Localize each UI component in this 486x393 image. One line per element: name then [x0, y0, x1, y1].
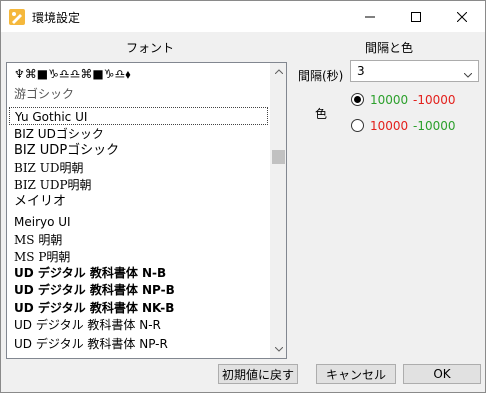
minimize-icon [365, 16, 375, 17]
pencil-palette-icon [9, 9, 25, 25]
font-list-item-selected[interactable]: Yu Gothic UI [9, 107, 268, 125]
font-list-item[interactable]: ♆⌘■♑♎♎⌘■♑♎⬧ [9, 65, 268, 83]
chevron-down-icon [463, 67, 473, 81]
font-list-item[interactable]: Meiryo UI [9, 213, 268, 231]
font-list-item[interactable]: MS 明朝 [9, 231, 268, 249]
option1-positive-value: 10000 [370, 93, 409, 107]
font-list-scrollbar[interactable] [270, 63, 286, 358]
ok-button[interactable]: OK [403, 364, 481, 384]
scroll-thumb[interactable] [272, 150, 285, 164]
font-list-item[interactable]: UD デジタル 教科書体 NP-B [9, 281, 268, 299]
font-list-item[interactable]: UD デジタル 教科書体 NK-B [9, 299, 268, 317]
maximize-icon [411, 11, 421, 22]
font-list-item[interactable]: 游ゴシック [9, 85, 268, 103]
font-list-item[interactable]: BIZ UD明朝 [9, 159, 268, 177]
maximize-button[interactable] [393, 1, 439, 32]
interval-value: 3 [357, 64, 365, 78]
scroll-down-arrow[interactable] [270, 341, 286, 358]
font-list-item[interactable]: BIZ UDP明朝 [9, 176, 268, 194]
window-title: 環境設定 [32, 11, 81, 25]
minimize-button[interactable] [347, 1, 393, 32]
font-list-item[interactable]: BIZ UDPゴシック [9, 142, 268, 160]
interval-color-header: 間隔と色 [365, 41, 414, 55]
font-list-item[interactable]: BIZ UDゴシック [9, 125, 268, 143]
color-label: 色 [315, 107, 328, 121]
font-list-item[interactable]: UD デジタル 教科書体 N-B [9, 264, 268, 282]
interval-dropdown[interactable]: 3 [350, 60, 479, 82]
scroll-up-arrow[interactable] [270, 63, 286, 80]
title-bar: 環境設定 [1, 1, 485, 32]
settings-window: 環境設定 フォント 間隔と色 ♆⌘■♑♎♎⌘■♑♎⬧ 游ゴシック Yu Goth… [0, 0, 486, 393]
font-list-item[interactable]: メイリオ [9, 193, 268, 211]
color-option-radio-2[interactable] [351, 119, 364, 132]
cancel-button[interactable]: キャンセル [316, 364, 396, 384]
option2-positive-value: 10000 [370, 119, 409, 133]
close-icon [457, 11, 467, 22]
option2-negative-value: -10000 [413, 119, 456, 133]
option1-negative-value: -10000 [413, 93, 456, 107]
close-button[interactable] [439, 1, 485, 32]
interval-label: 間隔(秒) [298, 69, 344, 83]
font-listbox[interactable]: ♆⌘■♑♎♎⌘■♑♎⬧ 游ゴシック Yu Gothic UI BIZ UDゴシッ… [6, 62, 287, 359]
reset-defaults-button[interactable]: 初期値に戻す [218, 364, 298, 384]
color-option-radio-1[interactable] [351, 93, 364, 106]
font-list-item[interactable]: UD デジタル 教科書体 N-R [9, 316, 268, 334]
font-section-header: フォント [126, 41, 175, 55]
chevron-up-icon [274, 69, 283, 74]
chevron-down-icon [274, 347, 283, 352]
font-list-item[interactable]: UD デジタル 教科書体 NP-R [9, 335, 268, 353]
